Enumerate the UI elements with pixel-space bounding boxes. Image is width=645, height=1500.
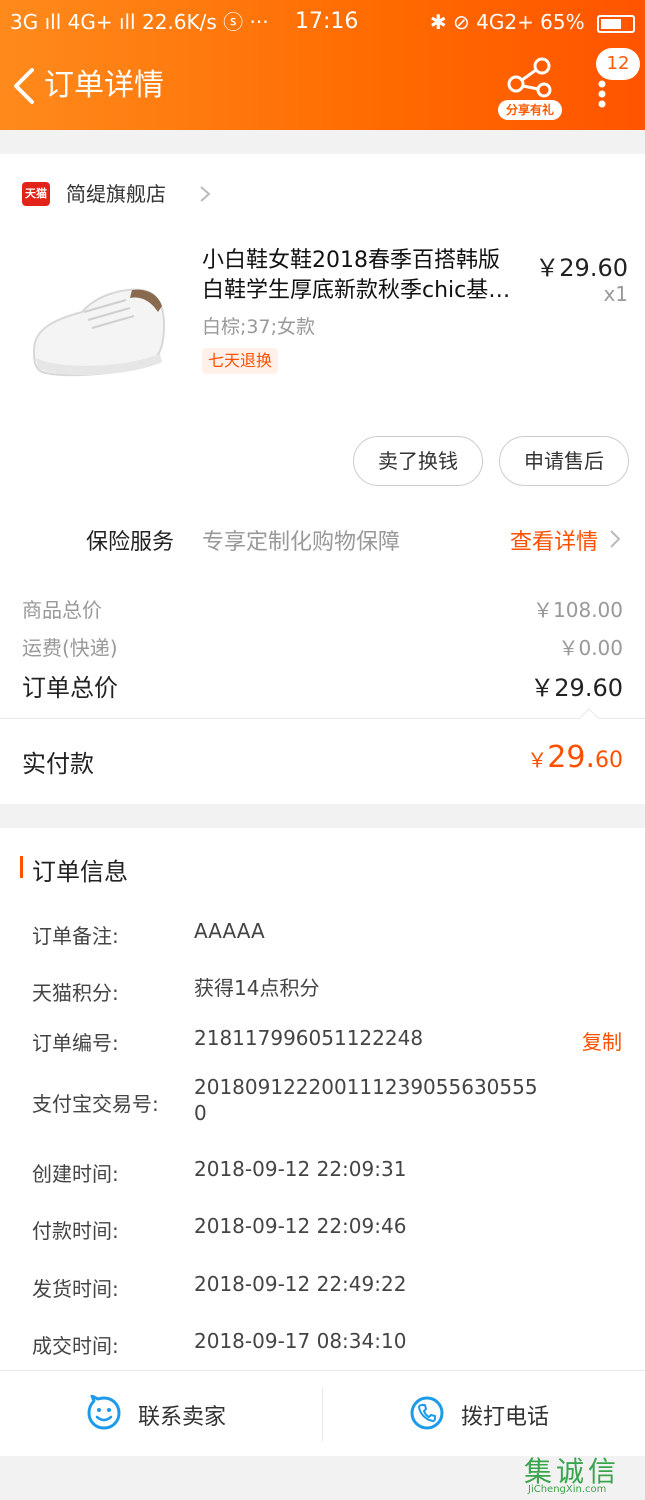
paid-label: 实付款 <box>22 750 94 778</box>
info-label-note: 订单备注: <box>32 924 119 948</box>
order-total-label: 订单总价 <box>22 674 118 702</box>
info-value-alipay-no: 20180912220011123905563055​50 <box>194 1075 538 1125</box>
share-label: 分享有礼 <box>498 100 562 120</box>
chevron-right-icon <box>610 530 621 548</box>
product-quantity: x1 <box>603 282 628 306</box>
goods-total-label: 商品总价 <box>22 598 102 622</box>
info-label-points: 天猫积分: <box>32 981 119 1005</box>
info-value-closed: 2018-09-17 08:34:10 <box>194 1329 407 1353</box>
contact-seller-button[interactable]: 联系卖家 <box>0 1371 322 1457</box>
tmall-icon: 天猫 <box>22 182 50 206</box>
watermark-sub: JiChengXin.com <box>528 1484 607 1495</box>
info-label-shipped: 发货时间: <box>32 1277 119 1301</box>
product-image[interactable] <box>22 250 172 400</box>
paid-integer: 29. <box>547 740 595 775</box>
shop-name: 简缇旗舰店 <box>66 182 166 206</box>
order-total-value: ￥29.60 <box>530 674 623 702</box>
info-label-alipay-no: 支付宝交易号: <box>32 1092 159 1116</box>
divider <box>0 718 645 719</box>
info-value-points: 获得14点积分 <box>194 976 320 1000</box>
info-value-note: AAAAA <box>194 919 265 943</box>
page-title: 订单详情 <box>44 68 164 103</box>
status-bar: 3G ıll 4G+ ıll 22.6K/s ⓢ ··· 17:16 ✱ ⊘ 4… <box>0 0 645 44</box>
share-button[interactable]: 分享有礼 <box>498 56 562 122</box>
back-arrow-icon[interactable] <box>10 66 40 106</box>
battery-fill <box>601 18 621 29</box>
product-price: ￥29.60 <box>535 254 628 282</box>
return-policy-tag: 七天退换 <box>202 348 279 374</box>
paid-value: ￥29.60 <box>527 740 623 775</box>
watermark-logo: 集诚信 JiChengXin.com <box>524 1450 642 1498</box>
call-phone-label: 拨打电话 <box>461 1405 550 1430</box>
aftersale-button[interactable]: 申请售后 <box>499 436 629 486</box>
product-title-line2: 白鞋学生厚底新款秋季chic基… <box>202 278 511 303</box>
divider-notch <box>579 708 599 719</box>
product-sku: 白棕;37;女款 <box>202 316 315 338</box>
status-indicators: ✱ ⊘ 4G2+ 65% <box>429 10 585 34</box>
chevron-right-icon <box>200 186 211 202</box>
navbar: 订单详情 分享有礼 <box>0 50 645 126</box>
call-phone-button[interactable]: 拨打电话 <box>323 1371 645 1457</box>
insurance-title: 保险服务 <box>86 530 175 555</box>
info-label-created: 创建时间: <box>32 1162 119 1186</box>
battery-icon <box>597 14 635 33</box>
app-header: 3G ıll 4G+ ıll 22.6K/s ⓢ ··· 17:16 ✱ ⊘ 4… <box>0 0 645 130</box>
product-title-line1: 小白鞋女鞋2018春季百搭韩版 <box>202 248 500 273</box>
shipping-label: 运费(快递) <box>22 636 118 660</box>
share-icon <box>507 57 552 98</box>
product-title[interactable]: 小白鞋女鞋2018春季百搭韩版 白鞋学生厚底新款秋季chic基… <box>202 246 532 306</box>
contact-seller-label: 联系卖家 <box>138 1405 227 1430</box>
message-badge[interactable]: 12 <box>596 48 640 80</box>
phone-icon <box>410 1396 444 1430</box>
insurance-link[interactable]: 查看详情 <box>510 524 598 556</box>
shipping-value: ￥0.00 <box>558 636 623 660</box>
order-info-title: 订单信息 <box>32 858 128 886</box>
paid-currency: ￥ <box>527 748 548 772</box>
info-label-closed: 成交时间: <box>32 1334 119 1358</box>
section-accent-bar <box>20 856 23 878</box>
info-label-paid: 付款时间: <box>32 1219 119 1243</box>
status-network: 3G ıll 4G+ ıll 22.6K/s ⓢ ··· <box>10 10 269 34</box>
info-label-order-no: 订单编号: <box>32 1031 119 1055</box>
chat-face-icon <box>87 1395 121 1430</box>
paid-decimal: 60 <box>595 748 623 773</box>
bottom-action-bar: 联系卖家 拨打电话 <box>0 1370 645 1456</box>
copy-button[interactable]: 复制 <box>582 1026 622 1055</box>
more-menu-icon[interactable] <box>588 74 616 114</box>
info-value-shipped: 2018-09-12 22:49:22 <box>194 1272 407 1296</box>
insurance-desc: 专享定制化购物保障 <box>202 530 401 555</box>
goods-total-value: ￥108.00 <box>533 598 623 622</box>
info-value-created: 2018-09-12 22:09:31 <box>194 1157 407 1181</box>
status-right: ✱ ⊘ 4G2+ 65% <box>430 0 635 44</box>
insurance-row[interactable]: 保险服务 专享定制化购物保障 查看详情 <box>0 520 645 560</box>
info-value-order-no: 218117996051122248 <box>194 1026 424 1050</box>
sell-button[interactable]: 卖了换钱 <box>353 436 483 486</box>
info-value-paid: 2018-09-12 22:09:46 <box>194 1214 407 1238</box>
status-time: 17:16 <box>295 9 359 34</box>
